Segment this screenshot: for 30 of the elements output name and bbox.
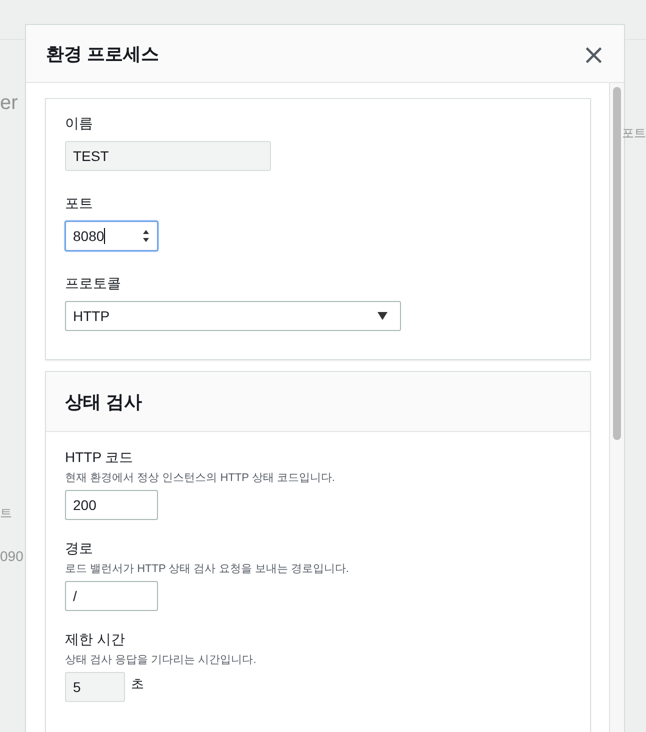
field-label: 이름	[65, 115, 94, 133]
field-label: 프로토콜	[65, 275, 122, 293]
field-value: /	[73, 588, 77, 604]
field-value: TEST	[73, 148, 109, 164]
field-description: 로드 밸런서가 HTTP 상태 검사 요청을 보내는 경로입니다.	[65, 562, 350, 576]
spinner-icon[interactable]	[141, 228, 151, 244]
dropdown-caret-icon	[377, 312, 388, 320]
field-label: 포트	[65, 195, 94, 213]
background-text: er	[0, 92, 18, 115]
field-value: 8080	[73, 228, 104, 244]
background-text: 090	[0, 548, 24, 564]
scrollbar-thumb[interactable]	[613, 87, 621, 440]
field-description: 상태 검사 응답을 기다리는 시간입니다.	[65, 653, 258, 667]
close-button[interactable]: ×	[582, 40, 604, 66]
input-field[interactable]: 200	[65, 490, 158, 520]
field-label: HTTP 코드	[65, 449, 134, 467]
input-field[interactable]: /	[65, 581, 158, 611]
dialog-title: 환경 프로세스	[46, 42, 160, 66]
field-value: 5	[73, 679, 81, 695]
field-label: 경로	[65, 540, 94, 558]
field-label: 제한 시간	[65, 631, 126, 649]
protocol-dropdown[interactable]: HTTP	[65, 301, 401, 331]
field-description: 현재 환경에서 정상 인스턴스의 HTTP 상태 코드입니다.	[65, 471, 336, 485]
background-text: 포트	[622, 125, 646, 142]
field-value: 200	[73, 497, 96, 513]
field-value: HTTP	[73, 308, 110, 324]
port-field[interactable]: 8080	[65, 221, 158, 251]
unit-label: 초	[131, 675, 144, 693]
background-text: 트	[0, 505, 12, 522]
section-title: 상태 검사	[65, 390, 142, 414]
